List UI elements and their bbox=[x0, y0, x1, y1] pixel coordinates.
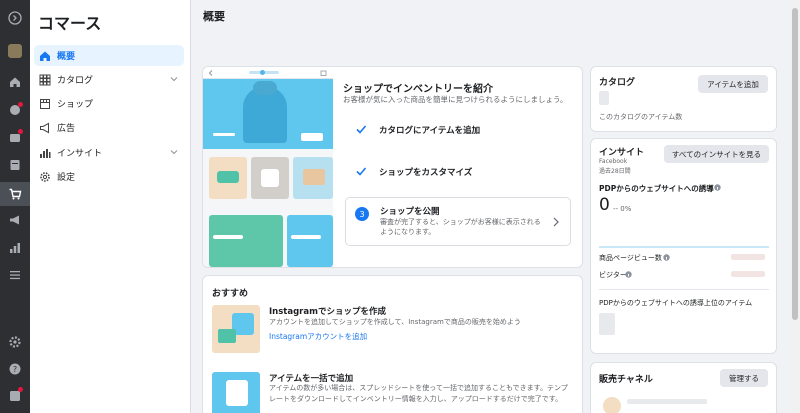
add-items-button[interactable]: アイテムを追加 bbox=[698, 75, 768, 93]
setup-title: ショップでインベントリーを紹介 bbox=[343, 84, 493, 95]
metric-row-page-views: 商品ページビュー数 bbox=[599, 254, 662, 262]
top-items-label: PDPからのウェブサイトへの誘導上位のアイテム bbox=[599, 299, 753, 307]
recommend-bulk-desc: アイテムの数が多い場合は、スプレッドシートを使って一括で追加することもできます。… bbox=[269, 384, 568, 403]
insights-period: 過去28日間 bbox=[599, 168, 631, 175]
metric-row-value-placeholder bbox=[731, 271, 765, 277]
grid-icon bbox=[39, 74, 51, 86]
top-item-thumbnail bbox=[599, 313, 615, 335]
catalog-count-placeholder bbox=[599, 91, 609, 105]
global-nav-rail: ? bbox=[0, 0, 30, 413]
check-icon bbox=[356, 167, 367, 176]
recommend-instagram-desc: アカウントを追加してショップを作成して、Instagramで商品の販売を始めよう bbox=[269, 318, 521, 326]
step-publish-label: ショップを公開 bbox=[380, 207, 440, 217]
recommend-title: おすすめ bbox=[212, 289, 249, 299]
page-title: 概要 bbox=[203, 10, 225, 23]
sidebar-item-ads[interactable]: 広告 bbox=[34, 117, 184, 138]
metric-row-visitors: ビジター bbox=[599, 271, 627, 279]
metric-row-value-placeholder bbox=[731, 254, 765, 260]
channel-avatar bbox=[603, 397, 621, 413]
step-add-items[interactable]: カタログにアイテムを追加 bbox=[379, 124, 480, 136]
step-number-badge: 3 bbox=[355, 207, 369, 221]
manage-channels-button[interactable]: 管理する bbox=[720, 369, 768, 387]
help-icon[interactable]: ? bbox=[8, 362, 22, 376]
step-publish-shop[interactable]: 3 ショップを公開 審査が完了すると、ショップがお客様に表示されるようになります… bbox=[345, 197, 571, 246]
sidebar-item-insights[interactable]: インサイト bbox=[34, 142, 184, 163]
channels-title: 販売チャネル bbox=[599, 375, 653, 385]
sidebar-item-label: 広告 bbox=[57, 124, 76, 134]
sidebar-item-label: インサイト bbox=[57, 149, 103, 159]
settings-gear-icon[interactable] bbox=[8, 335, 22, 349]
chevron-down-icon[interactable] bbox=[170, 75, 178, 83]
instagram-shop-illustration bbox=[212, 305, 260, 353]
insights-card: インサイト Facebook 過去28日間 すべてのインサイトを見る PDPから… bbox=[590, 138, 777, 354]
channel-name-placeholder bbox=[627, 399, 707, 404]
shop-icon bbox=[39, 98, 51, 110]
commerce-cart-icon[interactable] bbox=[8, 187, 22, 201]
sidebar-item-label: カタログ bbox=[57, 76, 94, 86]
info-icon[interactable] bbox=[663, 254, 670, 261]
page-scrollbar[interactable] bbox=[790, 0, 800, 413]
gear-icon bbox=[39, 171, 51, 183]
bar-chart-icon bbox=[39, 147, 51, 159]
step-customize-shop[interactable]: ショップをカスタマイズ bbox=[379, 166, 472, 178]
catalog-card: カタログ アイテムを追加 このカタログのアイテム数 bbox=[590, 66, 777, 132]
check-icon bbox=[356, 125, 367, 134]
metric-value: 0 bbox=[599, 195, 610, 215]
meta-logo-icon[interactable] bbox=[8, 11, 22, 25]
metric-sparkline bbox=[599, 246, 769, 248]
account-avatar-icon[interactable] bbox=[8, 44, 22, 58]
home-icon[interactable] bbox=[8, 75, 22, 89]
shop-setup-card: ショップでインベントリーを紹介 お客様が気に入った商品を簡単に見つけられるように… bbox=[202, 66, 583, 268]
sidebar-item-label: 概要 bbox=[57, 52, 76, 62]
info-icon[interactable] bbox=[714, 184, 721, 191]
add-instagram-account-link[interactable]: Instagramアカウントを追加 bbox=[269, 331, 367, 342]
insights-source: Facebook bbox=[599, 158, 628, 165]
chevron-right-icon bbox=[553, 217, 559, 227]
recommend-instagram-title: Instagramでショップを作成 bbox=[269, 307, 386, 317]
sidebar-item-label: 設定 bbox=[57, 173, 76, 183]
bulk-upload-illustration bbox=[212, 372, 260, 413]
sidebar-item-label: ショップ bbox=[57, 100, 94, 110]
catalog-title: カタログ bbox=[599, 78, 636, 88]
shop-illustration bbox=[203, 67, 333, 267]
app-title: コマース bbox=[38, 14, 102, 33]
metric-label: PDPからのウェブサイトへの誘導 bbox=[599, 184, 714, 193]
insights-bar-icon[interactable] bbox=[8, 241, 22, 255]
ads-megaphone-icon[interactable] bbox=[8, 213, 22, 227]
back-arrow-icon bbox=[208, 70, 213, 76]
sidebar-item-catalog[interactable]: カタログ bbox=[34, 69, 184, 90]
setup-subtitle: お客様が気に入った商品を簡単に見つけられるようにしましょう。 bbox=[343, 95, 568, 104]
pages-icon[interactable] bbox=[8, 158, 22, 172]
metric-delta: -- 0% bbox=[613, 205, 632, 213]
catalog-count-caption: このカタログのアイテム数 bbox=[599, 113, 683, 121]
menu-icon[interactable] bbox=[8, 268, 22, 282]
home-icon bbox=[39, 50, 51, 62]
info-icon[interactable] bbox=[625, 271, 632, 278]
step-publish-desc: 審査が完了すると、ショップがお客様に表示されるようになります。 bbox=[380, 218, 541, 236]
sidebar-item-shop[interactable]: ショップ bbox=[34, 93, 184, 114]
commerce-sidebar: コマース 概要 カタログ ショップ 広告 インサイト 設定 bbox=[30, 0, 191, 413]
sales-channels-card: 販売チャネル 管理する bbox=[590, 362, 777, 413]
megaphone-icon bbox=[39, 122, 51, 134]
main-content: 概要 ショップでインベントリーを紹介 お客様が気に入った商品を簡単に見つけられる… bbox=[191, 0, 789, 413]
recommendations-card: おすすめ Instagramでショップを作成 アカウントを追加してショップを作成… bbox=[202, 275, 583, 413]
svg-text:?: ? bbox=[13, 365, 17, 374]
chevron-down-icon[interactable] bbox=[170, 148, 178, 156]
sidebar-item-settings[interactable]: 設定 bbox=[34, 166, 184, 187]
bag-icon bbox=[320, 70, 327, 76]
insights-title: インサイト bbox=[599, 148, 645, 158]
view-all-insights-button[interactable]: すべてのインサイトを見る bbox=[664, 145, 769, 163]
sidebar-item-overview[interactable]: 概要 bbox=[34, 45, 184, 66]
